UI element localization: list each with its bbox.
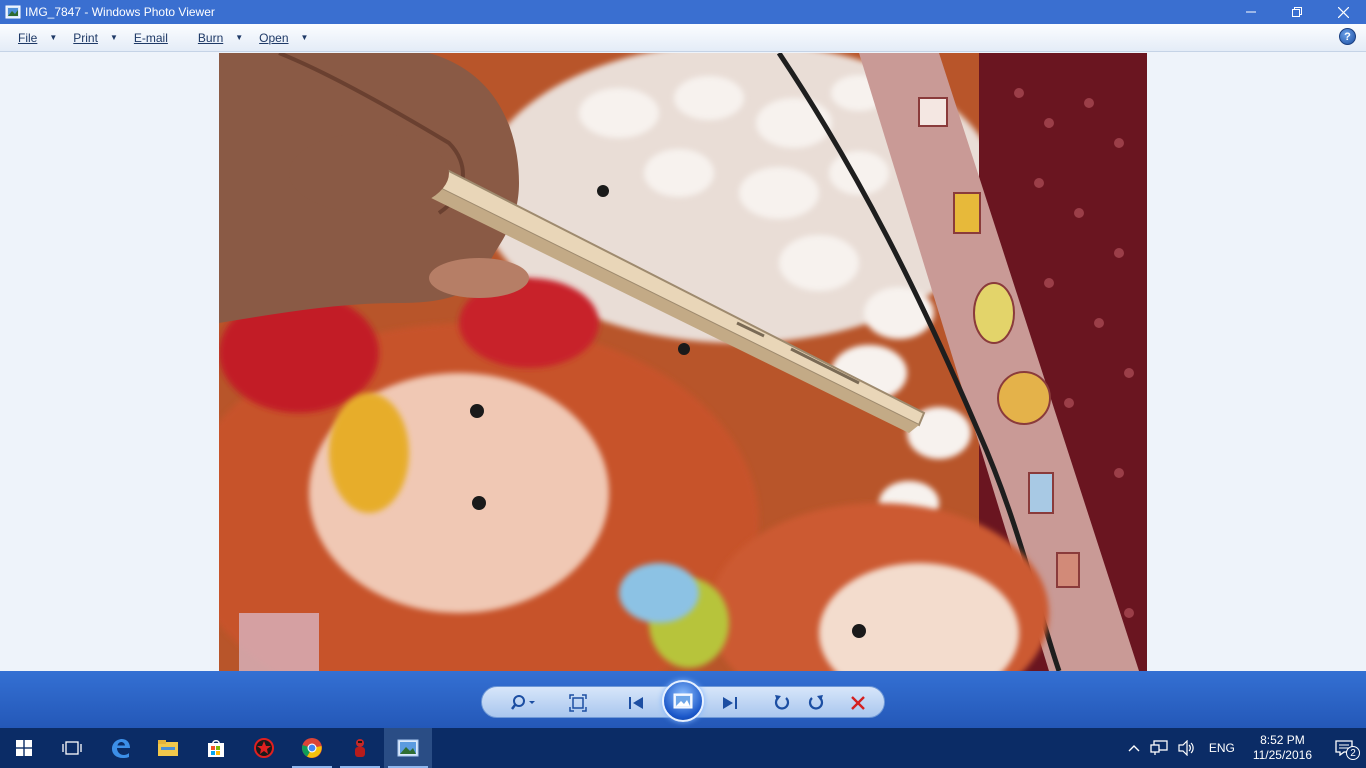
chevron-down-icon: ▼ <box>235 33 244 42</box>
taskbar-store[interactable] <box>192 728 240 768</box>
photo-viewer-app-icon <box>5 5 21 19</box>
language-label: ENG <box>1208 741 1235 755</box>
rotate-counterclockwise-button[interactable] <box>768 690 796 716</box>
rotate-clockwise-button[interactable] <box>802 690 830 716</box>
chevron-down-icon: ▼ <box>49 33 58 42</box>
photo-content <box>219 53 1147 671</box>
close-button[interactable] <box>1320 0 1366 24</box>
next-button[interactable] <box>710 690 750 716</box>
menu-file-label: File <box>18 30 38 45</box>
menu-print-label: Print <box>73 30 98 45</box>
next-icon <box>723 697 737 709</box>
minimize-button[interactable] <box>1228 0 1274 24</box>
window-controls <box>1228 0 1366 24</box>
chevron-up-icon <box>1128 745 1140 752</box>
chevron-down-icon: ▼ <box>300 33 309 42</box>
window-title: IMG_7847 - Windows Photo Viewer <box>25 5 215 19</box>
show-hidden-icons-button[interactable] <box>1123 728 1145 768</box>
taskbar-file-explorer[interactable] <box>144 728 192 768</box>
actual-size-icon <box>569 694 587 712</box>
title-bar: IMG_7847 - Windows Photo Viewer <box>0 0 1366 24</box>
speaker-icon <box>1178 740 1194 756</box>
store-bag-icon <box>208 740 224 757</box>
menu-bar: File ▼ Print ▼ E-mail Burn ▼ Open ▼ ? <box>0 24 1366 52</box>
slideshow-icon <box>673 693 693 709</box>
folder-icon <box>158 740 178 756</box>
chevron-down-icon: ▼ <box>109 33 118 42</box>
system-tray: ENG 8:52 PM 11/25/2016 2 <box>1123 728 1366 768</box>
restore-icon <box>1292 7 1302 17</box>
menu-print[interactable]: Print ▼ <box>65 27 126 49</box>
rotate-ccw-icon <box>774 695 790 710</box>
minimize-icon <box>1246 11 1256 13</box>
menu-open[interactable]: Open ▼ <box>251 27 316 49</box>
displayed-photo[interactable] <box>219 53 1147 671</box>
clock-time: 8:52 PM <box>1260 733 1305 747</box>
menu-file[interactable]: File ▼ <box>10 27 65 49</box>
close-icon <box>1337 6 1349 18</box>
previous-icon <box>629 697 643 709</box>
taskbar-photo-viewer[interactable] <box>384 728 432 768</box>
menu-open-label: Open <box>259 30 289 45</box>
clock[interactable]: 8:52 PM 11/25/2016 <box>1243 728 1322 768</box>
zoom-button[interactable] <box>506 690 542 716</box>
task-view-button[interactable] <box>48 728 96 768</box>
menu-email-label: E-mail <box>133 30 168 45</box>
windows-logo-icon <box>16 740 32 756</box>
help-icon: ? <box>1344 30 1351 43</box>
language-indicator[interactable]: ENG <box>1201 728 1243 768</box>
taskbar-red-app[interactable] <box>240 728 288 768</box>
chrome-icon <box>302 738 322 758</box>
clock-date: 11/25/2016 <box>1252 748 1312 762</box>
red-emblem-icon <box>254 738 274 758</box>
photo-viewer-icon <box>397 739 419 757</box>
slideshow-button[interactable] <box>662 680 704 722</box>
start-button[interactable] <box>0 728 48 768</box>
taskbar: ENG 8:52 PM 11/25/2016 2 <box>0 728 1366 768</box>
taskbar-edge[interactable] <box>96 728 144 768</box>
taskbar-chrome[interactable] <box>288 728 336 768</box>
previous-button[interactable] <box>616 690 656 716</box>
network-icon <box>1150 740 1168 755</box>
image-viewport <box>0 53 1366 671</box>
edge-icon <box>112 739 130 758</box>
network-button[interactable] <box>1145 728 1173 768</box>
menu-burn-label: Burn <box>197 30 224 45</box>
action-center-button[interactable]: 2 <box>1322 728 1366 768</box>
task-view-icon <box>62 741 82 755</box>
game-character-icon <box>355 739 365 757</box>
delete-icon <box>851 696 865 710</box>
volume-button[interactable] <box>1173 728 1201 768</box>
rotate-cw-icon <box>808 695 824 710</box>
restore-button[interactable] <box>1274 0 1320 24</box>
taskbar-game-app[interactable] <box>336 728 384 768</box>
menu-email[interactable]: E-mail <box>126 27 176 49</box>
notification-count-badge: 2 <box>1346 746 1360 760</box>
menu-burn[interactable]: Burn ▼ <box>190 27 251 49</box>
actual-size-button[interactable] <box>564 690 592 716</box>
help-button[interactable]: ? <box>1339 28 1356 45</box>
delete-button[interactable] <box>844 690 872 716</box>
magnifier-icon <box>511 695 535 710</box>
